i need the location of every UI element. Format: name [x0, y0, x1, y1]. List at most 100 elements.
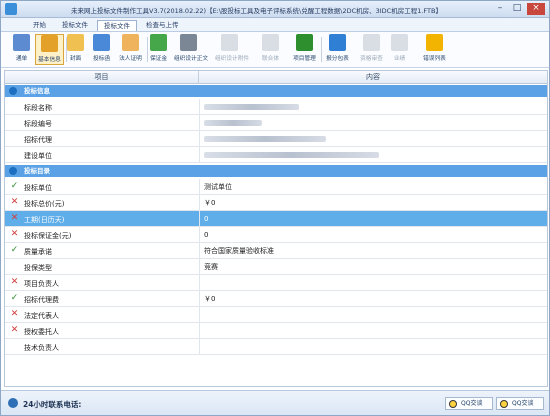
empty-status-icon	[10, 102, 19, 111]
error-icon: ✕	[10, 213, 19, 223]
table-row[interactable]: ✕ 投标总价(元) ￥0	[5, 195, 547, 211]
row-value[interactable]	[199, 323, 547, 339]
row-value[interactable]: 测试单位	[199, 179, 547, 195]
ribbon-toolbar: 通单 基本信息 封面 投标函 法人证明 保证金 组织设计正文 组织设计附件 联合体 项目管理 报分包…	[1, 32, 549, 68]
pie-chart-icon	[329, 34, 346, 51]
toolbar-button-trophy[interactable]: 业绩	[385, 34, 414, 65]
minimize-button[interactable]: –	[493, 3, 507, 15]
toolbar-button-pie-chart[interactable]: 报分包表	[323, 34, 352, 65]
warning-icon	[426, 34, 443, 51]
row-label: 标段编号	[24, 120, 52, 128]
table-row[interactable]: ✕ 工期(日历天) 0	[5, 211, 547, 227]
redacted-value	[204, 120, 262, 126]
table-row[interactable]: 标段编号	[5, 115, 547, 131]
application-window: 未来网上投标文件制作工具V3.7(2018.02.22)【E:\股投标工具及电子…	[0, 0, 550, 416]
window-title: 未来网上投标文件制作工具V3.7(2018.02.22)【E:\股投标工具及电子…	[71, 7, 442, 15]
menu-tab-bid-file[interactable]: 投标文件	[56, 20, 94, 31]
toolbar-button-label: 项目管理	[293, 56, 316, 62]
row-label: 招标代理费	[24, 296, 59, 304]
toolbar-button-document[interactable]: 基本信息	[35, 34, 64, 65]
menu-tab-check-upload[interactable]: 检查与上传	[140, 20, 185, 31]
row-value[interactable]: 0	[199, 211, 547, 227]
section-title: 投标目录	[24, 167, 50, 175]
trophy-icon	[391, 34, 408, 51]
qq-chat-button-1[interactable]: QQ交谈	[445, 397, 493, 410]
status-bar: 24小时联系电话: QQ交谈 QQ交谈	[1, 390, 549, 415]
section-header[interactable]: 投标信息	[5, 85, 547, 97]
row-value[interactable]: 竞赛	[199, 259, 547, 275]
row-label: 投标单位	[24, 184, 52, 192]
menu-tab-bid-file-active[interactable]: 投标文件	[97, 20, 137, 31]
row-value[interactable]: 0	[199, 227, 547, 243]
table-row[interactable]: ✕ 项目负责人	[5, 275, 547, 291]
section-header[interactable]: 投标目录	[5, 165, 547, 177]
toolbar-button-person[interactable]: 法人证明	[116, 34, 145, 65]
toolbar-button-label: 错误列表	[423, 56, 446, 62]
toolbar-button-org-chart[interactable]: 项目管理	[290, 34, 319, 65]
empty-status-icon	[10, 262, 19, 271]
toolbar-button-label: 报分包表	[326, 56, 349, 62]
toolbar-button-warning[interactable]: 错误列表	[420, 34, 449, 65]
maximize-button[interactable]: □	[510, 3, 524, 15]
toolbar-button-cover[interactable]: 封面	[61, 34, 90, 65]
table-row[interactable]: 招标代理	[5, 131, 547, 147]
toolbar-button-attachment[interactable]: 组织设计附件	[215, 34, 250, 65]
row-value[interactable]: ￥0	[199, 291, 547, 307]
empty-status-icon	[10, 118, 19, 127]
check-icon: ✓	[10, 293, 19, 303]
collapse-icon[interactable]	[9, 87, 17, 95]
document-icon	[41, 35, 58, 52]
row-value[interactable]: ￥0	[199, 195, 547, 211]
content-column-header[interactable]: 内容	[199, 71, 547, 84]
empty-status-icon	[10, 134, 19, 143]
table-row[interactable]: 技术负责人	[5, 339, 547, 355]
qq-chat-button-2[interactable]: QQ交谈	[496, 397, 544, 410]
attachment-icon	[221, 34, 238, 51]
table-row[interactable]: ✕ 投标保证金(元) 0	[5, 227, 547, 243]
redacted-value	[204, 104, 299, 110]
row-label: 质量承诺	[24, 248, 52, 256]
row-value[interactable]	[199, 307, 547, 323]
redacted-value	[204, 152, 379, 158]
row-label: 项目负责人	[24, 280, 59, 288]
grid-header: 项目 内容	[5, 71, 547, 84]
row-value[interactable]	[199, 147, 547, 163]
table-row[interactable]: ✓ 招标代理费 ￥0	[5, 291, 547, 307]
qq-chat-label: QQ交谈	[512, 400, 534, 407]
toolbar-button-letter[interactable]: 投标函	[87, 34, 116, 65]
toolbar-button-label: 组织设计附件	[215, 56, 250, 62]
row-label: 技术负责人	[24, 344, 59, 352]
collapse-icon[interactable]	[9, 167, 17, 175]
row-value[interactable]	[199, 339, 547, 355]
row-value[interactable]: 符合国家质量验收标准	[199, 243, 547, 259]
qq-chat-label: QQ交谈	[461, 400, 483, 407]
toolbar-button-tools[interactable]: 资格审查	[357, 34, 386, 65]
menu-tab-start[interactable]: 开始	[27, 20, 52, 31]
toolbar-button-label: 投标函	[92, 56, 111, 62]
empty-status-icon	[10, 342, 19, 351]
table-row[interactable]: ✕ 法定代表人	[5, 307, 547, 323]
close-button[interactable]: ×	[527, 3, 545, 15]
item-column-header[interactable]: 项目	[5, 71, 199, 84]
table-row[interactable]: 投保类型 竞赛	[5, 259, 547, 275]
row-value[interactable]	[199, 275, 547, 291]
table-row[interactable]: ✓ 质量承诺 符合国家质量验收标准	[5, 243, 547, 259]
error-icon: ✕	[10, 277, 19, 287]
table-row[interactable]: 建设单位	[5, 147, 547, 163]
error-icon: ✕	[10, 325, 19, 335]
toolbar-button-people[interactable]: 联合体	[256, 34, 285, 65]
table-row[interactable]: 标段名称	[5, 99, 547, 115]
table-row[interactable]: ✓ 投标单位 测试单位	[5, 179, 547, 195]
toolbar-button-label: 保证金	[149, 56, 168, 62]
toolbar-button-pen[interactable]: 组织设计正文	[174, 34, 209, 65]
row-value[interactable]	[199, 131, 547, 147]
toolbar-button-money[interactable]: 保证金	[144, 34, 173, 65]
row-value[interactable]	[199, 99, 547, 115]
toolbar-button-label: 组织设计正文	[174, 56, 209, 62]
row-value[interactable]	[199, 115, 547, 131]
table-row[interactable]: ✕ 授权委托人	[5, 323, 547, 339]
person-icon	[122, 34, 139, 51]
people-icon	[262, 34, 279, 51]
toolbar-button-notice[interactable]: 通单	[7, 34, 36, 65]
letter-icon	[93, 34, 110, 51]
